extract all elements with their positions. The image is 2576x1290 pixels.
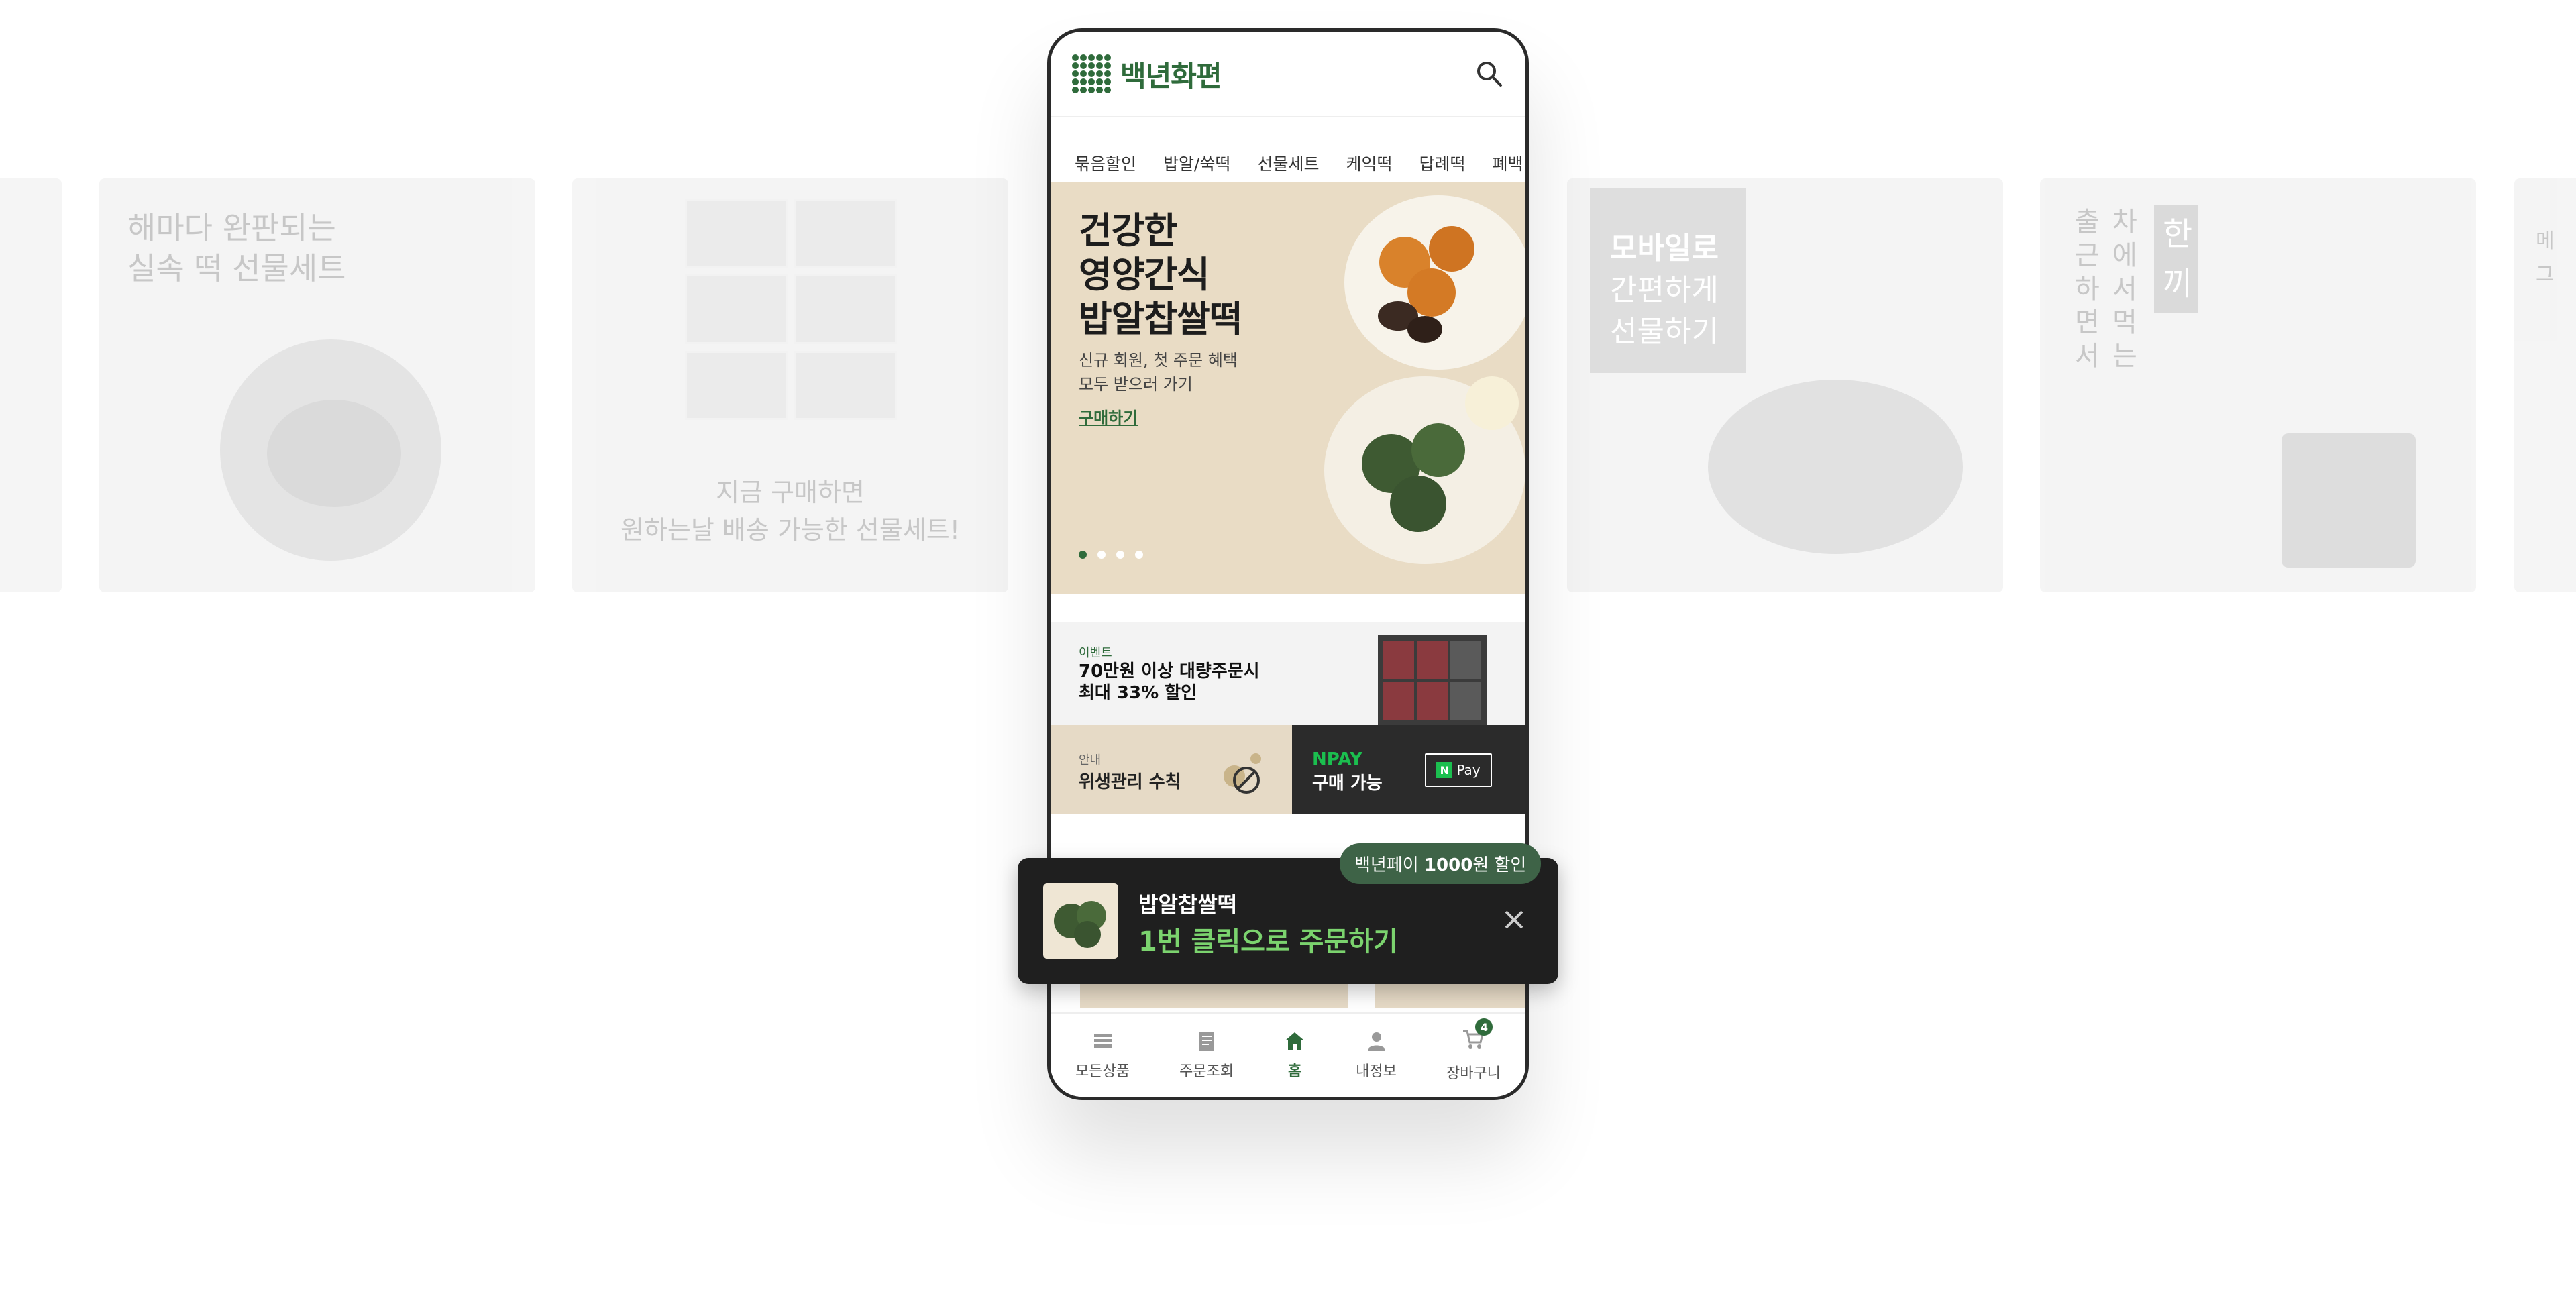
bg-card-title-3: 선물하기 xyxy=(1610,315,1719,349)
nav-label: 모든상품 xyxy=(1075,1063,1130,1080)
bg-card-highlight: 한끼 xyxy=(2154,205,2198,313)
hero-food-image xyxy=(1324,195,1525,564)
cart-icon-wrap: 4 xyxy=(1462,1018,1493,1055)
info-row: 안내 위생관리 수칙 NPAY 구매 가능 N Pay xyxy=(1051,725,1525,814)
content-peek-left xyxy=(1080,984,1348,1008)
carousel-dots xyxy=(1079,551,1143,559)
bottom-nav: 모든상품 주문조회 홈 내정보 4 장바구니 xyxy=(1051,1012,1525,1097)
discount-badge-suffix: 원 할인 xyxy=(1472,855,1527,875)
bg-partial-1: 메 xyxy=(2536,229,2555,253)
nav-label: 내정보 xyxy=(1356,1063,1397,1080)
document-icon xyxy=(1199,1032,1214,1051)
nav-home[interactable]: 홈 xyxy=(1283,1030,1306,1081)
person-icon xyxy=(1367,1032,1385,1051)
bg-card-vertical-3: 한끼 xyxy=(2163,215,2193,303)
tab-return-gift[interactable]: 답례떡 xyxy=(1419,151,1465,175)
content-peek-right xyxy=(1375,984,1525,1008)
tab-cake[interactable]: 케익떡 xyxy=(1346,151,1392,175)
bg-card-partial-right: 메 그 xyxy=(2514,178,2576,592)
npay-title: 구매 가능 xyxy=(1312,773,1383,794)
bg-card-meal: 출근하면서 차에서 먹는 한끼 xyxy=(2040,178,2476,592)
event-banner[interactable]: 이벤트 70만원 이상 대량주문시 최대 33% 할인 xyxy=(1051,622,1525,725)
carousel-dot-1[interactable] xyxy=(1079,551,1087,559)
hero-title-line-1: 건강한 xyxy=(1079,209,1177,252)
nav-label: 장바구니 xyxy=(1446,1065,1501,1082)
bg-card-gift-set: 해마다 완판되는 실속 떡 선물세트 xyxy=(99,178,535,592)
bg-card-vertical-1: 출근하면서 xyxy=(2075,207,2100,372)
nav-label: 홈 xyxy=(1287,1063,1302,1080)
cart-count-badge: 4 xyxy=(1475,1018,1493,1036)
bg-card-title: 해마다 완판되는 실속 떡 선물세트 xyxy=(127,210,346,286)
no-germs-icon xyxy=(1224,753,1261,794)
nav-cart[interactable]: 4 장바구니 xyxy=(1446,1018,1501,1083)
toast-product-name: 밥알찹쌀떡 xyxy=(1138,892,1238,917)
logo-text: 백년화편 xyxy=(1120,59,1222,93)
info-tag: 안내 xyxy=(1079,753,1102,767)
tab-gift-set[interactable]: 선물세트 xyxy=(1257,151,1319,175)
hero-title: 건강한 영양간식 밥알찹쌀떡 xyxy=(1079,209,1242,341)
carousel-dot-3[interactable] xyxy=(1116,551,1124,559)
app-header: 백년화편 xyxy=(1051,32,1525,117)
hero-title-line-3: 밥알찹쌀떡 xyxy=(1079,298,1242,340)
info-title: 위생관리 수칙 xyxy=(1079,772,1181,792)
event-title-line-2: 최대 33% 할인 xyxy=(1079,683,1197,703)
npay-badge: N Pay xyxy=(1425,753,1492,787)
logo-mark-icon xyxy=(1072,54,1111,93)
npay-tag: NPAY xyxy=(1312,749,1362,769)
hero-subtitle-line-1: 신규 회원, 첫 주문 혜택 xyxy=(1079,351,1238,370)
event-tag: 이벤트 xyxy=(1079,646,1112,660)
bg-card-title-2: 간편하게 xyxy=(1610,273,1719,307)
npay-badge-text: Pay xyxy=(1456,762,1481,778)
stage: 해마다 완판되는 실속 떡 선물세트 지금 구매하면 원하는날 배송 가능한 선… xyxy=(0,0,2576,1290)
bg-card-vertical-2: 차에서 먹는 xyxy=(2112,207,2137,372)
tab-bundle-discount[interactable]: 묶음할인 xyxy=(1075,151,1136,175)
discount-badge: 백년페이 1000원 할인 xyxy=(1340,843,1542,884)
naver-n-icon: N xyxy=(1436,762,1453,778)
hero-subtitle-line-2: 모두 받으러 가기 xyxy=(1079,375,1193,394)
hero-banner[interactable]: 건강한 영양간식 밥알찹쌀떡 신규 회원, 첫 주문 혜택 모두 받으러 가기 … xyxy=(1051,182,1525,594)
product-thumbnail xyxy=(1043,883,1118,959)
close-icon[interactable] xyxy=(1501,906,1527,933)
nav-my-info[interactable]: 내정보 xyxy=(1356,1030,1397,1081)
bg-card-delivery: 지금 구매하면 원하는날 배송 가능한 선물세트! xyxy=(572,178,1008,592)
event-gift-box-image xyxy=(1378,635,1487,725)
nav-all-products[interactable]: 모든상품 xyxy=(1075,1030,1130,1081)
npay-card[interactable]: NPAY 구매 가능 N Pay xyxy=(1292,725,1525,814)
quick-order-toast[interactable]: 백년페이 1000원 할인 밥알찹쌀떡 1번 클릭으로 주문하기 xyxy=(1018,843,1558,984)
search-icon[interactable] xyxy=(1474,59,1504,89)
bg-card-caption: 지금 구매하면 원하는날 배송 가능한 선물세트! xyxy=(621,478,960,545)
bg-bowl-image xyxy=(1708,380,1963,554)
bg-gift-box-image xyxy=(685,199,897,420)
bg-label-box: 모바일로 간편하게 선물하기 xyxy=(1590,188,1746,373)
tab-pyebaek[interactable]: 폐백 xyxy=(1493,151,1523,175)
list-icon xyxy=(1093,1034,1112,1048)
hero-subtitle: 신규 회원, 첫 주문 혜택 모두 받으러 가기 xyxy=(1079,348,1238,396)
bg-card-mobile-gift: 모바일로 간편하게 선물하기 xyxy=(1567,178,2003,592)
carousel-dot-4[interactable] xyxy=(1135,551,1143,559)
event-title-line-1: 70만원 이상 대량주문시 xyxy=(1079,661,1260,682)
event-title: 70만원 이상 대량주문시 최대 33% 할인 xyxy=(1079,661,1260,704)
bg-card-partial-left xyxy=(0,178,62,592)
nav-label: 주문조회 xyxy=(1179,1063,1234,1080)
logo[interactable]: 백년화편 xyxy=(1072,54,1222,95)
bg-rice-cake-image xyxy=(267,400,401,507)
one-click-order-button[interactable]: 1번 클릭으로 주문하기 xyxy=(1138,920,1398,959)
home-icon xyxy=(1285,1032,1305,1050)
nav-order-lookup[interactable]: 주문조회 xyxy=(1179,1030,1234,1081)
hygiene-notice-card[interactable]: 안내 위생관리 수칙 xyxy=(1051,725,1292,814)
bg-partial-2: 그 xyxy=(2536,263,2555,286)
hero-title-line-2: 영양간식 xyxy=(1079,254,1210,296)
bg-pouch-image xyxy=(2282,433,2416,568)
discount-badge-prefix: 백년페이 xyxy=(1354,855,1424,875)
discount-badge-amount: 1000 xyxy=(1424,855,1473,875)
tab-rice-mugwort[interactable]: 밥알/쑥떡 xyxy=(1163,151,1230,175)
bg-card-title-1: 모바일로 xyxy=(1610,231,1719,266)
carousel-dot-2[interactable] xyxy=(1097,551,1106,559)
buy-link[interactable]: 구매하기 xyxy=(1079,405,1138,428)
